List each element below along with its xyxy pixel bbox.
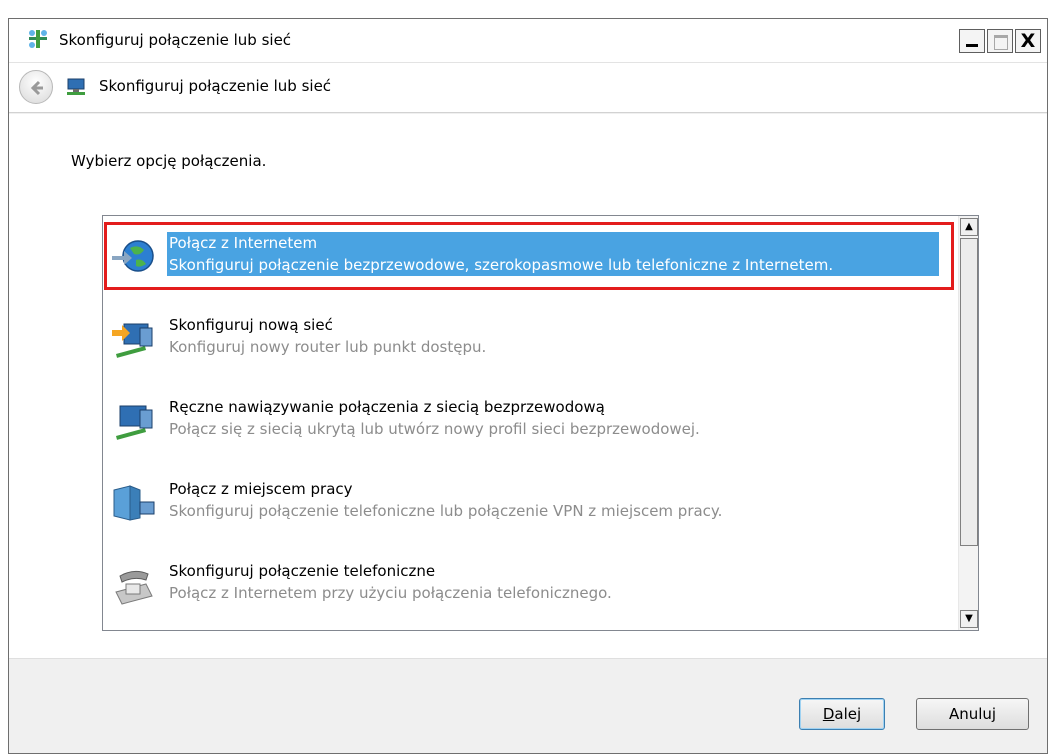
- option-title: Połącz z miejscem pracy: [169, 480, 353, 498]
- cancel-button[interactable]: Anuluj: [916, 698, 1029, 730]
- dialup-phone-icon: [115, 570, 153, 605]
- option-title: Skonfiguruj nową sieć: [169, 316, 333, 334]
- next-button-label: alej: [834, 705, 862, 723]
- option-dialup[interactable]: Skonfiguruj połączenie telefoniczne Połą…: [106, 548, 954, 624]
- list-scrollbar[interactable]: ▲ ▼: [958, 216, 978, 630]
- maximize-button[interactable]: [987, 29, 1013, 53]
- back-arrow-icon: [30, 80, 43, 96]
- minimize-button[interactable]: [959, 29, 985, 53]
- red-highlight-box: [104, 222, 954, 290]
- option-title: Skonfiguruj połączenie telefoniczne: [169, 562, 436, 580]
- new-network-icon: [112, 323, 153, 358]
- option-description: Skonfiguruj połączenie telefoniczne lub …: [169, 502, 723, 520]
- scroll-thumb[interactable]: [960, 238, 978, 546]
- back-button[interactable]: [19, 70, 53, 104]
- scroll-up-button[interactable]: ▲: [960, 218, 978, 236]
- connection-options-list[interactable]: Połącz z Internetem Skonfiguruj połączen…: [102, 215, 979, 631]
- workplace-icon: [113, 485, 155, 521]
- next-button[interactable]: Dalej: [799, 698, 885, 730]
- option-description: Konfiguruj nowy router lub punkt dostępu…: [169, 338, 487, 356]
- option-workplace[interactable]: Połącz z miejscem pracy Skonfiguruj połą…: [106, 466, 954, 542]
- option-new-network[interactable]: Skonfiguruj nową sieć Konfiguruj nowy ro…: [106, 302, 954, 378]
- dialog-window: Skonfiguruj połączenie lub sieć X Skonfi…: [8, 18, 1048, 754]
- option-title: Ręczne nawiązywanie połączenia z siecią …: [169, 398, 605, 416]
- window-title: Skonfiguruj połączenie lub sieć: [59, 31, 292, 49]
- option-connect-internet[interactable]: Połącz z Internetem Skonfiguruj połączen…: [104, 220, 954, 296]
- close-button[interactable]: X: [1015, 29, 1041, 53]
- prompt-text: Wybierz opcję połączenia.: [71, 152, 267, 170]
- wireless-network-icon: [115, 405, 153, 440]
- main-content: Wybierz opcję połączenia. Połącz z Inter…: [9, 114, 1047, 659]
- window-controls: X: [957, 29, 1041, 53]
- option-manual-wireless[interactable]: Ręczne nawiązywanie połączenia z siecią …: [106, 384, 954, 460]
- title-bar[interactable]: Skonfiguruj połączenie lub sieć X: [9, 19, 1047, 63]
- network-setup-icon: [67, 78, 85, 95]
- scroll-down-button[interactable]: ▼: [960, 610, 978, 628]
- option-description: Połącz się z siecią ukrytą lub utwórz no…: [169, 420, 700, 438]
- navigation-bar: Skonfiguruj połączenie lub sieć: [9, 63, 1047, 113]
- network-setup-icon: [29, 30, 47, 48]
- page-title: Skonfiguruj połączenie lub sieć: [99, 77, 332, 95]
- next-button-mnemonic: D: [822, 705, 835, 723]
- option-description: Połącz z Internetem przy użyciu połączen…: [169, 584, 612, 602]
